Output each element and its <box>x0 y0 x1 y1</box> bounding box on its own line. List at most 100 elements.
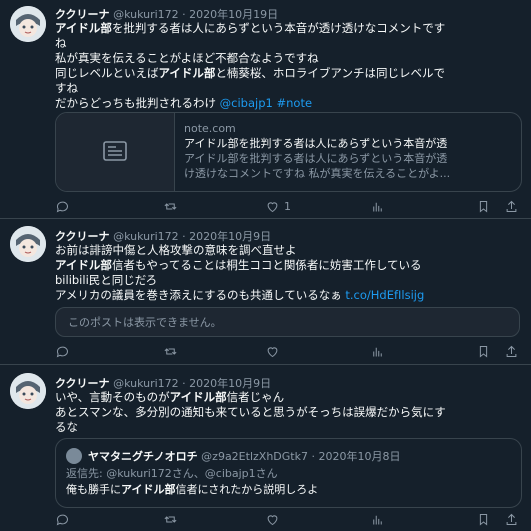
bookmark-icon <box>479 346 488 358</box>
like-button[interactable]: 1 <box>265 199 291 214</box>
separator: · <box>311 450 315 463</box>
like-button[interactable] <box>265 344 280 359</box>
text-line: お前は誹謗中傷と人格攻撃の意味を調べ直せよ <box>55 243 297 257</box>
views-button[interactable] <box>370 344 385 359</box>
link-card[interactable]: note.com アイドル部を批判する者は人にあらずという本音が透 アイドル部を… <box>55 112 522 192</box>
tweet-text: アイドル部を批判する者は人にあらずという本音が透け透けなコメントです ね 私が真… <box>55 21 525 111</box>
bold-text: アイドル部 <box>55 258 112 272</box>
like-count: 1 <box>284 200 291 213</box>
avatar[interactable] <box>10 226 46 262</box>
card-thumbnail <box>56 113 175 191</box>
tweet-text: お前は誹謗中傷と人格攻撃の意味を調べ直せよ アイドル部信者もやってることは桐生コ… <box>55 243 525 303</box>
views-icon <box>373 202 382 212</box>
like-button[interactable] <box>265 512 280 527</box>
card-title: アイドル部を批判する者は人にあらずという本音が透 <box>184 137 448 150</box>
card-description: け透けなコメントですね 私が真実を伝えることがよ... <box>184 167 451 180</box>
quoted-handle: @z9a2EtlzXhDGtk7 <box>201 450 308 463</box>
heart-icon <box>267 515 278 526</box>
repost-icon <box>164 203 177 210</box>
text-span: 信者もやってることは桐生ココと関係者に妨害工作している <box>111 258 422 272</box>
handle[interactable]: @kukuri172 <box>113 377 179 390</box>
separator: · <box>182 8 186 21</box>
document-icon <box>103 141 127 161</box>
url-link[interactable]: t.co/HdEfIlsijg <box>345 288 424 302</box>
bookmark-icon <box>479 514 488 526</box>
views-button[interactable] <box>370 199 385 214</box>
card-description: アイドル部を批判する者は人にあらずという本音が透 <box>184 152 448 165</box>
bookmark-button[interactable] <box>476 512 491 527</box>
display-name[interactable]: ククリーナ <box>55 8 110 21</box>
views-button[interactable] <box>370 512 385 527</box>
share-button[interactable] <box>504 344 519 359</box>
reply-icon <box>56 346 68 358</box>
tweet-header: ククリーナ @kukuri172 · 2020年10月19日 <box>55 6 278 22</box>
timestamp[interactable]: 2020年10月19日 <box>189 8 278 21</box>
repost-button[interactable] <box>163 199 178 214</box>
separator: · <box>182 230 186 243</box>
views-icon <box>373 347 382 357</box>
reply-button[interactable] <box>55 344 70 359</box>
text-line: すね <box>55 81 78 95</box>
bold-text: アイドル部 <box>121 483 176 496</box>
quoted-timestamp: 2020年10月8日 <box>318 450 401 463</box>
text-span: 信者じゃん <box>226 390 285 404</box>
quoted-text: 俺も勝手にアイドル部信者にされたから説明しろよ <box>66 482 318 497</box>
tweet-header: ククリーナ @kukuri172 · 2020年10月9日 <box>55 228 271 244</box>
avatar[interactable] <box>10 6 46 42</box>
tweet-header: ククリーナ @kukuri172 · 2020年10月9日 <box>55 375 271 391</box>
quoted-avatar <box>66 448 82 464</box>
quoted-tweet[interactable]: ヤマタニグチノオロチ @z9a2EtlzXhDGtk7 · 2020年10月8日… <box>55 438 522 508</box>
action-bar <box>55 512 525 528</box>
card-body: note.com アイドル部を批判する者は人にあらずという本音が透 アイドル部を… <box>184 121 514 181</box>
quoted-display-name: ヤマタニグチノオロチ <box>88 450 198 463</box>
bookmark-button[interactable] <box>476 199 491 214</box>
bookmark-icon <box>479 201 488 213</box>
action-bar: 1 <box>55 199 525 215</box>
tweet-1[interactable]: ククリーナ @kukuri172 · 2020年10月19日 アイドル部を批判す… <box>0 0 531 215</box>
text-span: を批判する者は人にあらずという本音が透け透けなコメントです <box>111 21 446 35</box>
reply-button[interactable] <box>55 199 70 214</box>
separator: · <box>182 377 186 390</box>
text-span: 俺も勝手に <box>66 483 121 496</box>
unavailable-post-notice: このポストは表示できません。 <box>55 307 520 337</box>
share-button[interactable] <box>504 512 519 527</box>
bold-text: アイドル部 <box>169 390 227 404</box>
tweet-3[interactable]: ククリーナ @kukuri172 · 2020年10月9日 いや、言動そのものが… <box>0 365 531 531</box>
bold-text: アイドル部 <box>55 21 112 35</box>
reply-button[interactable] <box>55 512 70 527</box>
mention-link[interactable]: @cibajp1 <box>220 96 273 110</box>
display-name[interactable]: ククリーナ <box>55 230 110 243</box>
text-line: るな <box>55 420 78 434</box>
tweet-2[interactable]: ククリーナ @kukuri172 · 2020年10月9日 お前は誹謗中傷と人格… <box>0 219 531 363</box>
reply-icon <box>56 201 68 213</box>
views-icon <box>373 515 382 525</box>
repost-icon <box>164 516 177 523</box>
handle[interactable]: @kukuri172 <box>113 230 179 243</box>
text-line: bilibili民と同じだろ <box>55 273 158 287</box>
timestamp[interactable]: 2020年10月9日 <box>189 377 271 390</box>
reply-to-line: 返信先: @kukuri172さん、@cibajp1さん <box>66 467 278 480</box>
timestamp[interactable]: 2020年10月9日 <box>189 230 271 243</box>
text-span: 同じレベルといえば <box>55 66 159 80</box>
display-name[interactable]: ククリーナ <box>55 377 110 390</box>
text-line: 私が真実を伝えることがよほど不都合なようですね <box>55 51 319 65</box>
quoted-header: ヤマタニグチノオロチ @z9a2EtlzXhDGtk7 · 2020年10月8日 <box>88 448 400 464</box>
hashtag-link[interactable]: #note <box>277 96 313 110</box>
repost-button[interactable] <box>163 344 178 359</box>
handle[interactable]: @kukuri172 <box>113 8 179 21</box>
bookmark-button[interactable] <box>476 344 491 359</box>
text-line: あとスマンな、多分別の通知も来ていると思うがそっちは誤爆だから気にす <box>55 405 446 419</box>
text-span: 信者にされたから説明しろよ <box>175 483 319 496</box>
action-bar <box>55 344 525 360</box>
share-icon <box>506 345 517 357</box>
text-span: だからどっちも批判されるわけ <box>55 96 216 110</box>
share-icon <box>506 200 517 212</box>
repost-button[interactable] <box>163 512 178 527</box>
card-domain: note.com <box>184 122 236 135</box>
avatar[interactable] <box>10 373 46 409</box>
repost-icon <box>164 348 177 355</box>
share-button[interactable] <box>504 199 519 214</box>
share-icon <box>506 513 517 525</box>
text-span: と楠葵桜、ホロライブアンチは同じレベルで <box>215 66 445 80</box>
heart-icon <box>267 202 278 213</box>
